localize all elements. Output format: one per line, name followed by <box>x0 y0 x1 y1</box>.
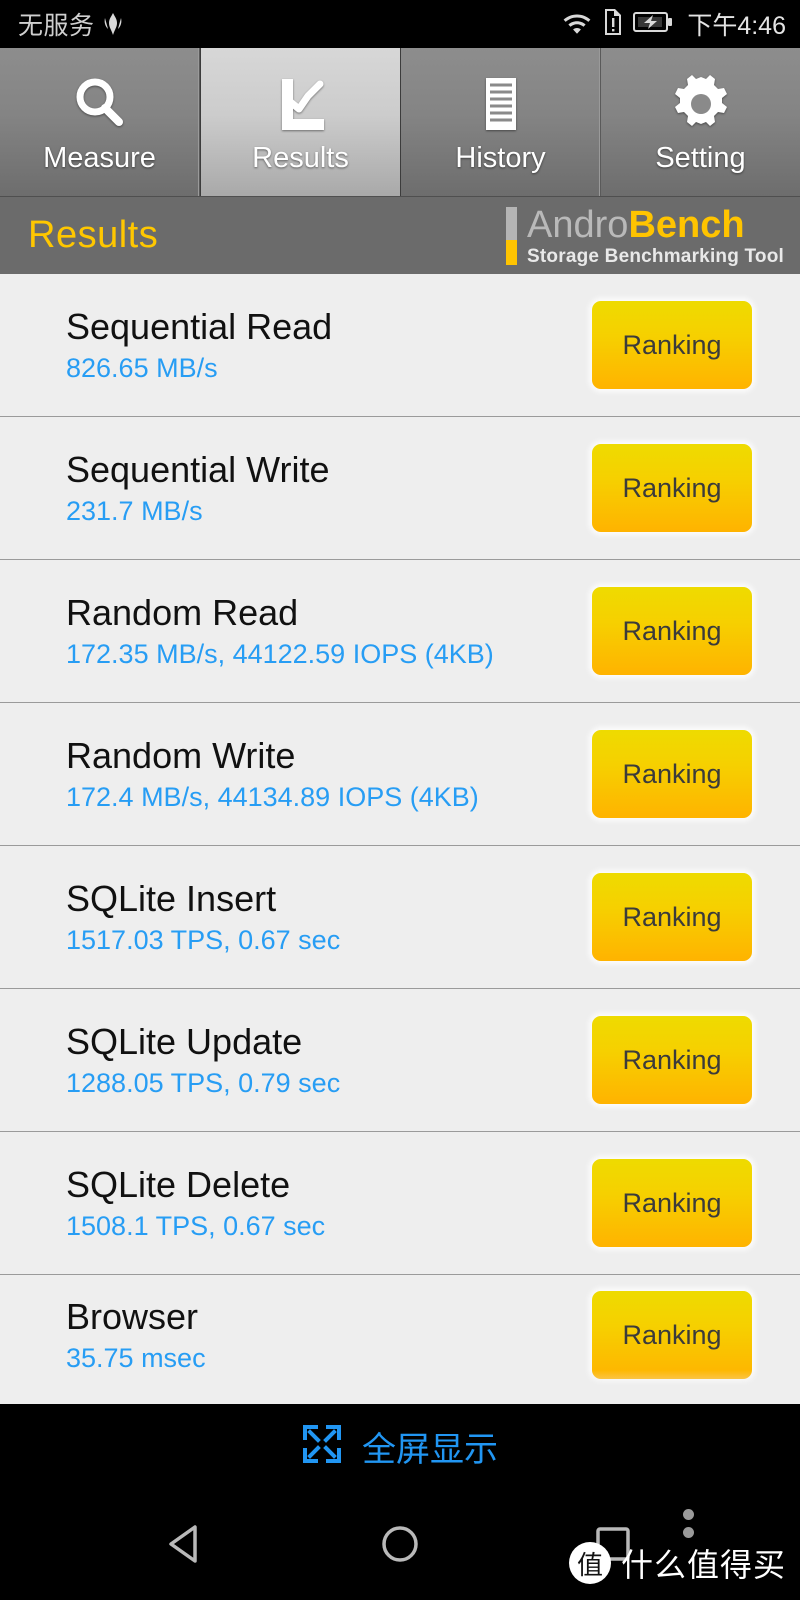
expand-icon <box>302 1424 342 1469</box>
ranking-button[interactable]: Ranking <box>592 444 752 532</box>
back-triangle-icon[interactable] <box>152 1509 222 1579</box>
tab-results-label: Results <box>252 141 349 174</box>
status-bar-right: 下午4:46 <box>561 6 786 42</box>
home-circle-icon[interactable] <box>365 1509 435 1579</box>
result-value: 826.65 MB/s <box>66 352 218 383</box>
gear-icon <box>670 72 732 136</box>
ranking-button[interactable]: Ranking <box>592 301 752 389</box>
tab-setting-label: Setting <box>655 141 746 174</box>
result-row-text: Browser 35.75 msec <box>66 1298 592 1372</box>
chart-icon <box>270 72 332 136</box>
logo-bar-icon <box>506 206 518 265</box>
logo-name: AndroBench <box>527 206 784 244</box>
tab-results[interactable]: Results <box>200 48 401 196</box>
result-value: 1517.03 TPS, 0.67 sec <box>66 924 341 955</box>
magnifier-icon <box>69 72 131 136</box>
result-value: 35.75 msec <box>66 1342 206 1373</box>
fullscreen-bar[interactable]: 全屏显示 <box>0 1404 800 1488</box>
result-row-text: Random Read 172.35 MB/s, 44122.59 IOPS (… <box>66 594 592 668</box>
wifi-icon <box>561 9 593 40</box>
fullscreen-label: 全屏显示 <box>362 1430 498 1469</box>
result-row-sqlite-update[interactable]: SQLite Update 1288.05 TPS, 0.79 sec Rank… <box>0 989 800 1132</box>
result-row-text: Sequential Write 231.7 MB/s <box>66 451 592 525</box>
status-bar-left: 无服务 <box>18 6 123 42</box>
result-row-random-write[interactable]: Random Write 172.4 MB/s, 44134.89 IOPS (… <box>0 703 800 846</box>
page-title: Results <box>28 214 159 256</box>
sim-alert-icon <box>603 8 623 41</box>
result-value: 1288.05 TPS, 0.79 sec <box>66 1067 341 1098</box>
overflow-dots-icon <box>683 1509 694 1538</box>
watermark: 值 什么值得买 <box>568 1540 786 1586</box>
ranking-button[interactable]: Ranking <box>592 587 752 675</box>
logo-tagline: Storage Benchmarking Tool <box>527 245 784 267</box>
result-title: SQLite Insert <box>66 877 277 919</box>
result-title: Sequential Write <box>66 448 330 490</box>
tab-history[interactable]: History <box>401 48 601 196</box>
logo-name-part2: Bench <box>628 203 745 246</box>
result-title: SQLite Update <box>66 1020 303 1062</box>
result-row-text: SQLite Delete 1508.1 TPS, 0.67 sec <box>66 1166 592 1240</box>
document-lines-icon <box>470 72 532 136</box>
android-nav-bar: 值 什么值得买 <box>0 1488 800 1600</box>
result-title: Random Write <box>66 734 296 776</box>
ranking-button[interactable]: Ranking <box>592 873 752 961</box>
ranking-button[interactable]: Ranking <box>592 730 752 818</box>
phone-screen: 无服务 下午4:46 Measure Results History Setti… <box>0 0 800 1600</box>
result-value: 231.7 MB/s <box>66 495 203 526</box>
result-row-sqlite-insert[interactable]: SQLite Insert 1517.03 TPS, 0.67 sec Rank… <box>0 846 800 989</box>
result-title: Sequential Read <box>66 305 333 347</box>
result-value: 1508.1 TPS, 0.67 sec <box>66 1210 326 1241</box>
result-row-sequential-write[interactable]: Sequential Write 231.7 MB/s Ranking <box>0 417 800 560</box>
result-row-text: SQLite Insert 1517.03 TPS, 0.67 sec <box>66 880 592 954</box>
result-row-browser[interactable]: Browser 35.75 msec Ranking <box>0 1275 800 1395</box>
ranking-button[interactable]: Ranking <box>592 1016 752 1104</box>
result-row-text: Sequential Read 826.65 MB/s <box>66 308 592 382</box>
result-row-sequential-read[interactable]: Sequential Read 826.65 MB/s Ranking <box>0 274 800 417</box>
battery-charging-icon <box>633 10 673 39</box>
logo-text: AndroBench Storage Benchmarking Tool <box>527 206 784 266</box>
logo-name-part1: Andro <box>527 203 629 246</box>
tab-history-label: History <box>455 141 546 174</box>
huawei-logo-icon <box>103 12 123 36</box>
watermark-label: 什么值得买 <box>620 1547 786 1583</box>
result-row-text: SQLite Update 1288.05 TPS, 0.79 sec <box>66 1023 592 1097</box>
tab-measure-label: Measure <box>43 141 156 174</box>
result-title: SQLite Delete <box>66 1163 291 1205</box>
results-list[interactable]: Sequential Read 826.65 MB/s Ranking Sequ… <box>0 274 800 1404</box>
result-value: 172.35 MB/s, 44122.59 IOPS (4KB) <box>66 638 494 669</box>
clock-label: 下午4:46 <box>687 12 786 40</box>
result-row-text: Random Write 172.4 MB/s, 44134.89 IOPS (… <box>66 737 592 811</box>
tab-setting[interactable]: Setting <box>601 48 800 196</box>
result-title: Random Read <box>66 591 299 633</box>
result-value: 172.4 MB/s, 44134.89 IOPS (4KB) <box>66 781 479 812</box>
tab-measure[interactable]: Measure <box>0 48 200 196</box>
ranking-button[interactable]: Ranking <box>592 1159 752 1247</box>
carrier-label: 无服务 <box>18 12 95 40</box>
androbench-logo: AndroBench Storage Benchmarking Tool <box>506 206 784 266</box>
tab-bar: Measure Results History Setting <box>0 48 800 196</box>
result-row-sqlite-delete[interactable]: SQLite Delete 1508.1 TPS, 0.67 sec Ranki… <box>0 1132 800 1275</box>
page-title-bar: Results AndroBench Storage Benchmarking … <box>0 196 800 274</box>
result-title: Browser <box>66 1295 199 1337</box>
result-row-random-read[interactable]: Random Read 172.35 MB/s, 44122.59 IOPS (… <box>0 560 800 703</box>
status-bar: 无服务 下午4:46 <box>0 0 800 48</box>
ranking-button[interactable]: Ranking <box>592 1291 752 1379</box>
watermark-badge: 值 <box>568 1542 611 1584</box>
